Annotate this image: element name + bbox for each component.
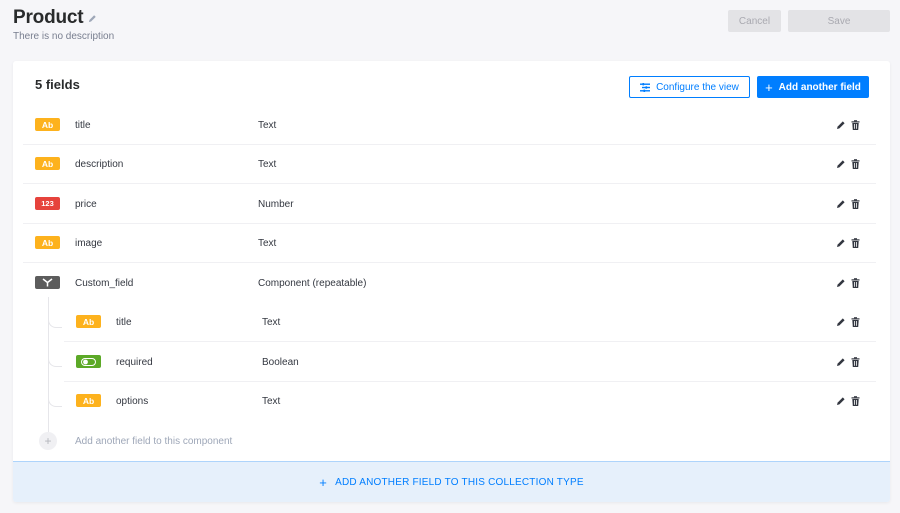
field-name: description [75, 159, 124, 170]
configure-view-button[interactable]: Configure the view [629, 76, 750, 98]
list-settings-icon [640, 82, 651, 92]
trash-icon[interactable] [851, 357, 860, 367]
fields-count: 5 fields [35, 77, 80, 92]
pencil-icon[interactable] [836, 199, 846, 209]
text-type-icon: Ab [35, 157, 60, 170]
field-row-custom-field[interactable]: Custom_field Component (repeatable) [23, 264, 876, 303]
text-type-icon: Ab [76, 394, 101, 407]
field-type: Text [262, 317, 281, 328]
field-name: title [116, 317, 132, 328]
field-row-price[interactable]: 123 price Number [23, 185, 876, 224]
trash-icon[interactable] [851, 120, 860, 130]
field-name: required [116, 357, 153, 368]
field-name: image [75, 238, 103, 249]
pencil-icon[interactable] [836, 120, 846, 130]
tree-branch [48, 318, 62, 328]
field-name: Custom_field [75, 278, 134, 289]
component-field-row-required[interactable]: required Boolean [64, 343, 876, 382]
component-field-row-title[interactable]: Ab title Text [64, 303, 876, 342]
field-row-title[interactable]: Ab title Text [23, 106, 876, 145]
pencil-icon[interactable] [836, 238, 846, 248]
pencil-icon[interactable] [836, 396, 846, 406]
text-type-icon: Ab [76, 315, 101, 328]
trash-icon[interactable] [851, 159, 860, 169]
toggle-icon [76, 355, 101, 368]
edit-title-pencil-icon[interactable] [88, 10, 97, 28]
field-type: Text [258, 238, 277, 249]
field-name: title [75, 120, 91, 131]
pencil-icon[interactable] [836, 317, 846, 327]
field-type: Boolean [262, 357, 299, 368]
plus-icon: + [319, 474, 328, 490]
pencil-icon[interactable] [836, 278, 846, 288]
trash-icon[interactable] [851, 238, 860, 248]
trash-icon[interactable] [851, 199, 860, 209]
field-type: Text [258, 120, 277, 131]
tree-branch [48, 357, 62, 367]
add-another-field-label: Add another field [778, 81, 861, 93]
component-field-row-options[interactable]: Ab options Text [64, 382, 876, 421]
trash-icon[interactable] [851, 317, 860, 327]
field-name: price [75, 199, 97, 210]
page-description: There is no description [13, 31, 115, 42]
text-type-icon: Ab [35, 236, 60, 249]
component-icon [35, 276, 60, 289]
field-row-description[interactable]: Ab description Text [23, 145, 876, 184]
page-header: Product There is no description Cancel S… [13, 7, 890, 47]
plus-icon: + [765, 79, 773, 95]
field-type: Number [258, 199, 294, 210]
save-button[interactable]: Save [788, 10, 890, 32]
trash-icon[interactable] [851, 396, 860, 406]
add-collection-field-label: ADD ANOTHER FIELD TO THIS COLLECTION TYP… [335, 476, 584, 488]
tree-branch [48, 397, 62, 407]
trash-icon[interactable] [851, 278, 860, 288]
field-name: options [116, 396, 149, 407]
add-component-field-label: Add another field to this component [75, 435, 233, 447]
add-collection-field-button[interactable]: + ADD ANOTHER FIELD TO THIS COLLECTION T… [13, 461, 890, 502]
number-type-icon: 123 [35, 197, 60, 210]
cancel-button[interactable]: Cancel [728, 10, 781, 32]
pencil-icon[interactable] [836, 159, 846, 169]
pencil-icon[interactable] [836, 357, 846, 367]
plus-circle-icon: + [39, 432, 57, 450]
field-row-image[interactable]: Ab image Text [23, 224, 876, 263]
configure-view-label: Configure the view [656, 81, 739, 93]
add-component-field-button[interactable]: + Add another field to this component [39, 431, 232, 451]
fields-card: 5 fields Configure the view + Add anothe… [13, 61, 890, 502]
field-type: Component (repeatable) [258, 278, 367, 289]
field-type: Text [258, 159, 277, 170]
page-title: Product [13, 7, 84, 28]
text-type-icon: Ab [35, 118, 60, 131]
add-another-field-button[interactable]: + Add another field [757, 76, 869, 98]
field-type: Text [262, 396, 281, 407]
